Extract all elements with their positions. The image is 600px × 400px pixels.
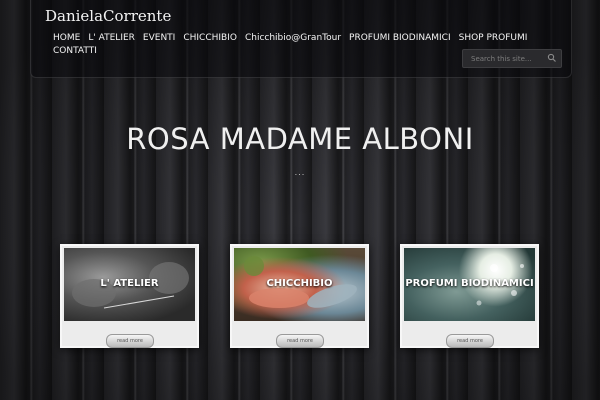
nav-item-profumi-biodinamici[interactable]: PROFUMI BIODINAMICI (349, 33, 451, 43)
nav-item-chicchibio[interactable]: CHICCHIBIO (183, 33, 237, 43)
card-caption: CHICCHIBIO (266, 278, 333, 289)
read-more-button[interactable]: read more (276, 334, 324, 348)
profumi-image[interactable]: PROFUMI BIODINAMICI (404, 248, 535, 321)
card-caption: L' ATELIER (100, 278, 159, 289)
read-more-button[interactable]: read more (446, 334, 494, 348)
site-logo[interactable]: DanielaCorrente (45, 7, 171, 25)
search-input[interactable] (469, 52, 551, 66)
search-icon[interactable] (547, 53, 557, 63)
nav-item-home[interactable]: HOME (53, 33, 80, 43)
card-profumi-biodinamici[interactable]: PROFUMI BIODINAMICI read more (400, 244, 539, 348)
search-box (462, 49, 562, 68)
card-atelier[interactable]: L' ATELIER read more (60, 244, 199, 348)
read-more-button[interactable]: read more (106, 334, 154, 348)
nav-item-contatti[interactable]: CONTATTI (53, 46, 97, 56)
hero-title: ROSA MADAME ALBONI (126, 122, 474, 156)
card-caption: PROFUMI BIODINAMICI (405, 278, 534, 289)
nav-item-atelier[interactable]: L' ATELIER (88, 33, 135, 43)
chicchibio-image[interactable]: CHICCHIBIO (234, 248, 365, 321)
atelier-image[interactable]: L' ATELIER (64, 248, 195, 321)
nav-item-shop-profumi[interactable]: SHOP PROFUMI (459, 33, 528, 43)
nav-item-eventi[interactable]: EVENTI (143, 33, 175, 43)
nav-item-chicchibio-grantour[interactable]: Chicchibio@GranTour (245, 33, 341, 43)
site-header: DanielaCorrente HOME L' ATELIER EVENTI CHIC… (30, 0, 572, 78)
hero-separator: ... (294, 168, 306, 177)
card-chicchibio[interactable]: CHICCHIBIO read more (230, 244, 369, 348)
